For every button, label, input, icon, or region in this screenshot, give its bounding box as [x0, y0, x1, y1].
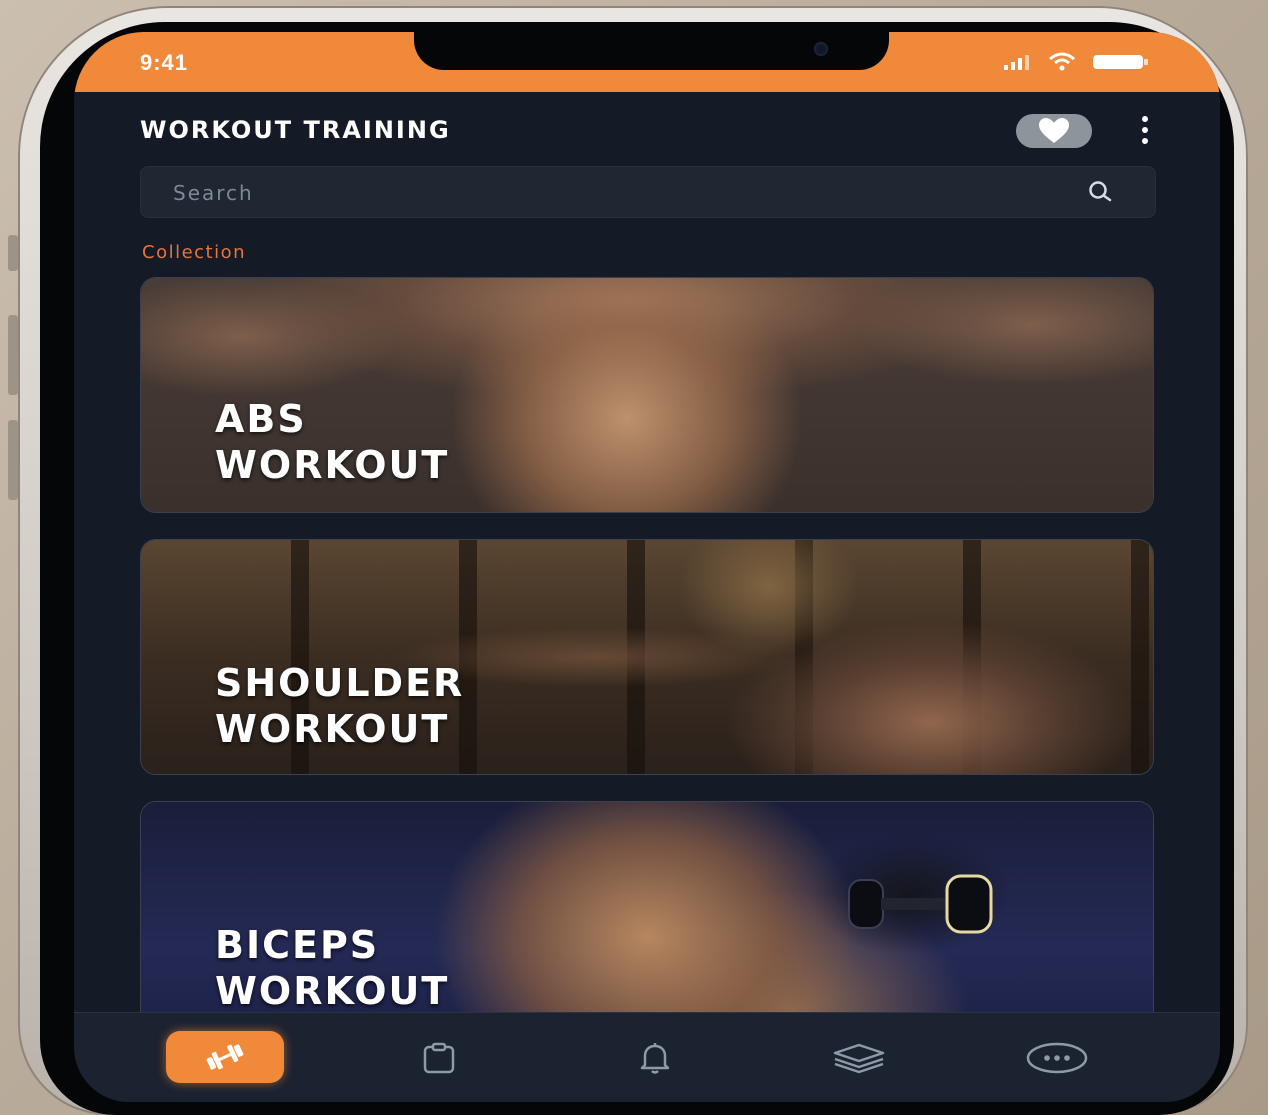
phone-volume-up [8, 315, 18, 395]
card-title-line2: WORKOUT [215, 969, 450, 1013]
bottom-navigation [74, 1012, 1220, 1102]
front-camera [814, 42, 828, 56]
nav-plans-tab[interactable] [404, 1033, 474, 1083]
shoulder-workout-card[interactable]: SHOULDER WORKOUT [140, 539, 1154, 775]
favorites-button[interactable] [1016, 114, 1092, 148]
app-screen: 9:41 WORKOUT TRAINING Search Collection … [74, 32, 1220, 1102]
collection-heading: Collection [142, 242, 247, 263]
phone-volume-down [8, 420, 18, 500]
card-title-line1: BICEPS [215, 923, 380, 967]
chat-dots-icon [1026, 1042, 1088, 1074]
phone-side-button [8, 235, 18, 271]
card-title-line2: WORKOUT [215, 707, 450, 751]
card-title: ABS WORKOUT [215, 396, 449, 488]
biceps-workout-card[interactable]: BICEPS WORKOUT [140, 801, 1154, 1047]
wifi-icon [1049, 52, 1075, 71]
clipboard-icon [423, 1042, 455, 1074]
menu-dot [1142, 127, 1148, 133]
nav-more-tab[interactable] [1022, 1033, 1092, 1083]
card-title-line1: ABS [215, 397, 307, 441]
search-icon[interactable] [1087, 179, 1113, 205]
battery-icon [1093, 55, 1148, 69]
abs-workout-card[interactable]: ABS WORKOUT [140, 277, 1154, 513]
app-title: WORKOUT TRAINING [140, 116, 451, 144]
card-title-line1: SHOULDER [215, 661, 465, 705]
card-title: BICEPS WORKOUT [215, 922, 449, 1014]
app-header: WORKOUT TRAINING [140, 112, 1155, 152]
nav-workouts-tab[interactable] [166, 1031, 284, 1083]
dumbbell-image [848, 874, 993, 934]
nav-notifications-tab[interactable] [620, 1033, 690, 1083]
phone-notch [414, 32, 889, 70]
bell-icon [640, 1043, 670, 1074]
card-title-line2: WORKOUT [215, 443, 450, 487]
card-title: SHOULDER WORKOUT [215, 660, 464, 752]
menu-dot [1142, 116, 1148, 122]
layers-icon [833, 1043, 885, 1074]
nav-library-tab[interactable] [824, 1033, 894, 1083]
status-time: 9:41 [140, 50, 189, 75]
search-input[interactable] [171, 167, 1055, 219]
menu-dot [1142, 138, 1148, 144]
search-bar [140, 166, 1156, 219]
dumbbell-icon [206, 1044, 244, 1070]
more-options-button[interactable] [1130, 110, 1160, 150]
status-icons [1002, 52, 1150, 72]
heart-icon [1039, 118, 1069, 143]
cellular-signal-icon [1004, 55, 1029, 70]
